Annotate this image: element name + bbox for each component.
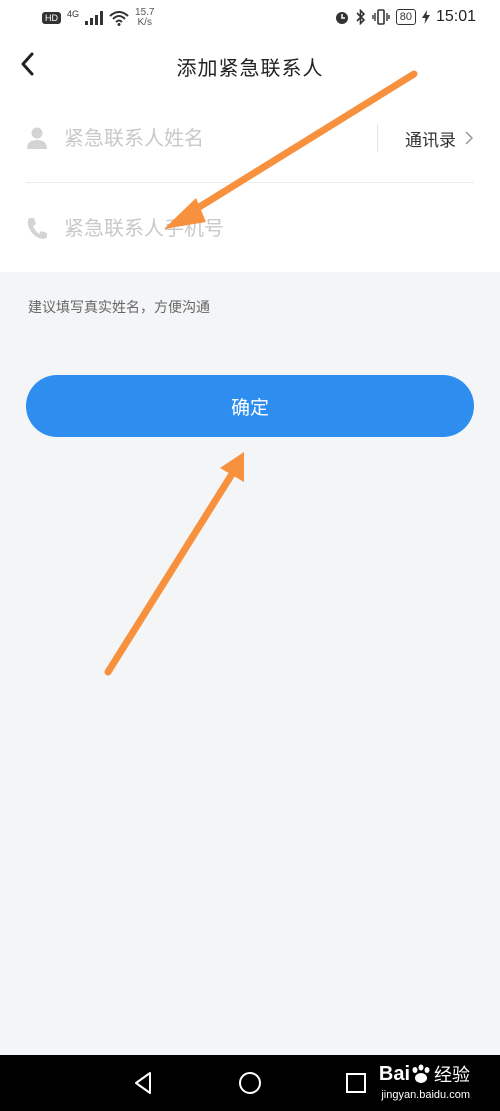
- contacts-button[interactable]: 通讯录: [377, 94, 474, 182]
- name-row: 通讯录: [26, 94, 474, 183]
- nav-back-icon[interactable]: [130, 1069, 158, 1097]
- page-title: 添加紧急联系人: [176, 56, 324, 80]
- watermark-cn: 经验: [434, 1065, 470, 1086]
- charging-icon: [421, 10, 430, 24]
- status-left: HD 4G 15.7 K/s: [42, 8, 154, 28]
- signal-icon: [85, 11, 104, 25]
- vibrate-icon: [372, 9, 390, 25]
- network-type: 4G: [67, 9, 80, 19]
- watermark-brand: Bai: [378, 1062, 410, 1085]
- contact-phone-input[interactable]: [64, 184, 364, 272]
- nav-home-icon[interactable]: [236, 1069, 264, 1097]
- hint-text: 建议填写真实姓名，方便沟通: [28, 300, 210, 316]
- alarm-icon: [335, 12, 348, 24]
- network-speed: 15.7 K/s: [135, 8, 154, 28]
- battery-level: 80: [395, 9, 416, 25]
- hd-badge: HD: [42, 12, 61, 24]
- watermark-url: jingyan.baidu.com: [381, 1089, 470, 1101]
- phone-row: [26, 184, 474, 272]
- contact-name-input[interactable]: [64, 94, 364, 182]
- baidu-watermark: Bai 经验: [379, 1061, 470, 1087]
- clock: 15:01: [435, 8, 476, 25]
- system-nav-bar: Bai 经验 jingyan.baidu.com: [0, 1055, 500, 1111]
- contacts-label: 通讯录: [405, 130, 456, 151]
- status-right: 80 15:01: [334, 8, 476, 26]
- speed-unit: K/s: [137, 17, 152, 28]
- status-bar: HD 4G 15.7 K/s 80 15:01: [0, 0, 500, 34]
- nav-recents-icon[interactable]: [342, 1069, 370, 1097]
- paw-icon: [412, 1064, 430, 1083]
- chevron-right-icon: [465, 131, 474, 145]
- person-icon: [27, 127, 47, 149]
- phone-icon: [27, 218, 47, 239]
- bluetooth-icon: [356, 9, 365, 25]
- vertical-divider: [377, 124, 378, 152]
- annotation-arrow-bottom: [104, 452, 244, 676]
- confirm-button[interactable]: 确定: [26, 375, 474, 437]
- app-header: 添加紧急联系人: [0, 34, 500, 94]
- contact-form: 通讯录: [0, 94, 500, 272]
- wifi-icon: [109, 10, 129, 26]
